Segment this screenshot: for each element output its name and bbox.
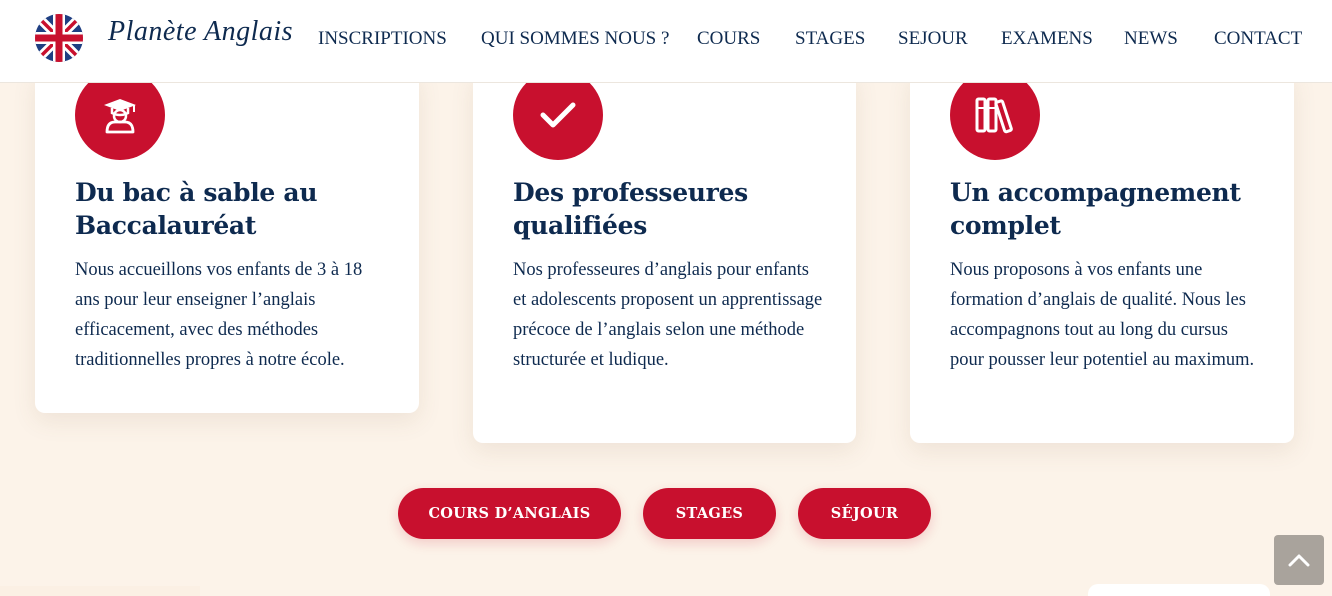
- uk-flag-logo-icon[interactable]: [35, 14, 83, 62]
- card-title: Un accompagnement complet: [950, 178, 1241, 240]
- sejour-button[interactable]: SÉJOUR: [798, 488, 931, 539]
- checkmark-icon: [540, 102, 576, 128]
- feature-card-teachers: Des professeures qualifiées Nos professe…: [473, 70, 856, 443]
- scroll-to-top-button[interactable]: [1274, 535, 1324, 585]
- nav-item-cours[interactable]: COURS: [697, 28, 760, 50]
- feature-icon-circle: [950, 70, 1040, 160]
- nav-item-inscriptions[interactable]: INSCRIPTIONS: [318, 28, 447, 50]
- books-icon: [975, 97, 1013, 134]
- feature-icon-circle: [75, 70, 165, 160]
- card-text: Nous proposons à vos enfants une formati…: [950, 260, 1255, 370]
- nav-item-sejour[interactable]: SEJOUR: [898, 28, 968, 50]
- stages-button[interactable]: STAGES: [643, 488, 776, 539]
- feature-card-age-range: Du bac à sable au Baccalauréat Nous accu…: [35, 70, 419, 413]
- nav-item-examens[interactable]: EXAMENS: [1001, 28, 1093, 50]
- nav-item-news[interactable]: NEWS: [1124, 28, 1178, 50]
- chevron-up-icon: [1288, 554, 1310, 567]
- site-header: Planète Anglais INSCRIPTIONS QUI SOMMES …: [0, 0, 1332, 83]
- card-text: Nos professeures d’anglais pour enfants …: [513, 260, 823, 370]
- card-title: Du bac à sable au Baccalauréat: [75, 178, 318, 240]
- section-edge: [0, 586, 200, 596]
- card-text: Nous accueillons vos enfants de 3 à 18 a…: [75, 260, 363, 370]
- feature-card-support: Un accompagnement complet Nous proposons…: [910, 70, 1294, 443]
- nav-item-stages[interactable]: STAGES: [795, 28, 865, 50]
- nav-item-qui-sommes-nous[interactable]: QUI SOMMES NOUS ?: [481, 28, 669, 50]
- site-logo-text[interactable]: Planète Anglais: [108, 16, 293, 48]
- graduate-icon: [104, 99, 136, 134]
- card-title: Des professeures qualifiées: [513, 178, 748, 240]
- feature-icon-circle: [513, 70, 603, 160]
- nav-item-contact[interactable]: CONTACT: [1214, 28, 1302, 50]
- next-section-card: [1088, 584, 1270, 596]
- cours-anglais-button[interactable]: COURS D’ANGLAIS: [398, 488, 621, 539]
